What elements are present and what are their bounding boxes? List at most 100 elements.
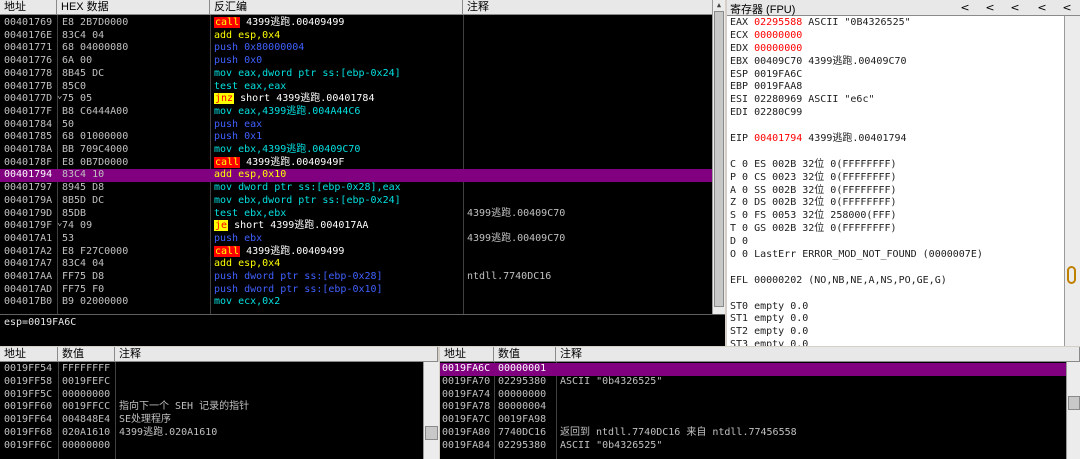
disasm-header-addr[interactable]: 地址: [0, 0, 57, 15]
disasm-row[interactable]: 0040177B 85C0 test eax,eax: [0, 81, 712, 94]
disasm-header-comment[interactable]: 注释: [463, 0, 725, 15]
disasm-row[interactable]: 0040177D ⌄ 75 05 jnz short 4399逃跑.00401784: [0, 91, 712, 106]
disasm-row-instruction: push eax: [214, 119, 262, 132]
register-line[interactable]: [730, 288, 1064, 301]
disasm-row[interactable]: 0040178F E8 0B7D0000 call 4399逃跑.0040949F: [0, 156, 712, 170]
stack-header-comment[interactable]: 注释: [556, 347, 1080, 362]
dump-header-addr[interactable]: 地址: [0, 347, 58, 362]
register-line[interactable]: EIP 00401794 4399逃跑.00401794: [730, 133, 1064, 146]
disasm-row[interactable]: 0040179D 85DB test ebx,ebx 4399逃跑.00409C70: [0, 208, 712, 221]
disasm-row[interactable]: 00401769 E8 2B7D0000 call 4399逃跑.00409499: [0, 17, 712, 30]
register-line[interactable]: EFL 00000202 (NO,NB,NE,A,NS,PO,GE,G): [730, 275, 1064, 288]
register-value: A 0 SS 002B 32位 0(FFFFFFFF): [730, 184, 897, 196]
dump-row[interactable]: 0019FF5C 00000000: [0, 389, 423, 402]
stack-scroll-thumb[interactable]: [1068, 396, 1080, 410]
disasm-header-hex[interactable]: HEX 数据: [57, 0, 210, 15]
register-line[interactable]: [730, 120, 1064, 133]
disasm-row[interactable]: 004017AA FF75 D8 push dword ptr ss:[ebp-0x…: [0, 271, 712, 284]
register-value: EBP 0019FAA8: [730, 81, 803, 93]
disasm-row[interactable]: 0040176E 83C4 04 add esp,0x4: [0, 30, 712, 43]
dump-row[interactable]: 0019FF6C 00000000: [0, 440, 423, 453]
disasm-row-instruction: mov ebx,4399逃跑.00409C70: [214, 144, 360, 157]
register-line[interactable]: EDX 00000000: [730, 43, 1064, 56]
dump-row[interactable]: 0019FF54 FFFFFFFF: [0, 363, 423, 376]
dump-header-comment[interactable]: 注释: [115, 347, 438, 362]
dump-header-val[interactable]: 数值: [58, 347, 115, 362]
disasm-row[interactable]: 00401785 68 01000000 push 0x1: [0, 131, 712, 144]
disasm-row[interactable]: 0040178A BB 709C4000 mov ebx,4399逃跑.00409C…: [0, 144, 712, 157]
disasm-row[interactable]: 0040179A 8B5D DC mov ebx,dword ptr ss:[ebp…: [0, 195, 712, 208]
register-line[interactable]: A 0 SS 002B 32位 0(FFFFFFFF): [730, 185, 1064, 198]
register-line[interactable]: Z 0 DS 002B 32位 0(FFFFFFFF): [730, 197, 1064, 210]
disasm-row[interactable]: 004017A7 83C4 04 add esp,0x4: [0, 258, 712, 271]
stack-row[interactable]: 0019FA6C 00000001: [440, 363, 1066, 376]
stack-scrollbar[interactable]: [1066, 362, 1080, 459]
scroll-up-arrow-icon[interactable]: ▲: [713, 0, 725, 11]
register-line[interactable]: ESP 0019FA6C: [730, 69, 1064, 82]
dump-row[interactable]: 0019FF64 004848E4 SE处理程序: [0, 414, 423, 427]
disasm-row[interactable]: 00401797 8945 D8 mov dword ptr ss:[ebp-0x2…: [0, 182, 712, 195]
register-line[interactable]: ST1 empty 0.0: [730, 313, 1064, 326]
disasm-row[interactable]: 0040177F B8 C6444A00 mov eax,4399逃跑.004A44…: [0, 106, 712, 119]
register-line[interactable]: C 0 ES 002B 32位 0(FFFFFFFF): [730, 159, 1064, 172]
disasm-header-disasm[interactable]: 反汇编: [210, 0, 463, 15]
register-header[interactable]: 寄存器 (FPU) < < < < <: [727, 0, 1080, 16]
stack-row[interactable]: 0019FA74 00000000: [440, 389, 1066, 402]
disasm-row[interactable]: 00401778 8B45 DC mov eax,dword ptr ss:[ebp…: [0, 68, 712, 81]
stack-row[interactable]: 0019FA80 7740DC16 返回到 ntdll.7740DC16 来自 nt…: [440, 427, 1066, 440]
disasm-scroll-thumb[interactable]: [714, 11, 724, 307]
register-line[interactable]: [730, 146, 1064, 159]
disasm-row[interactable]: 00401794 83C4 10 add esp,0x10: [0, 169, 712, 183]
dump-row[interactable]: 0019FF60 0019FFCC 指向下一个 SEH 记录的指针: [0, 401, 423, 414]
register-line[interactable]: O 0 LastErr ERROR_MOD_NOT_FOUND (0000007…: [730, 249, 1064, 262]
register-line[interactable]: EDI 02280C99: [730, 107, 1064, 120]
register-line[interactable]: ESI 02280969 ASCII "e6c": [730, 94, 1064, 107]
register-line[interactable]: T 0 GS 002B 32位 0(FFFFFFFF): [730, 223, 1064, 236]
register-line[interactable]: P 0 CS 0023 32位 0(FFFFFFFF): [730, 172, 1064, 185]
stack-row[interactable]: 0019FA7C 0019FA98: [440, 414, 1066, 427]
disasm-row[interactable]: 00401771 68 04000080 push 0x80000004: [0, 42, 712, 55]
disasm-scrollbar[interactable]: ▲: [712, 0, 725, 314]
register-line[interactable]: EBX 00409C70 4399逃跑.00409C70: [730, 56, 1064, 69]
fpu-nav-button-1[interactable]: <: [955, 2, 975, 14]
disasm-row[interactable]: 00401776 6A 00 push 0x0: [0, 55, 712, 68]
register-line[interactable]: ST0 empty 0.0: [730, 301, 1064, 314]
stack-pane[interactable]: 0019FA6C 00000001 0019FA70 02295380 ASCII "0…: [440, 362, 1066, 459]
fpu-nav-button-2[interactable]: <: [980, 2, 1000, 14]
disasm-row[interactable]: 004017AD FF75 F0 push dword ptr ss:[ebp-0x…: [0, 284, 712, 297]
disasm-row[interactable]: 004017A2 E8 F27C0000 call 4399逃跑.00409499: [0, 245, 712, 259]
dump-row[interactable]: 0019FF68 020A1610 4399逃跑.020A1610: [0, 427, 423, 440]
register-pane[interactable]: EAX 02295588 ASCII "0B4326525" ECX 000000…: [727, 16, 1064, 346]
stack-row[interactable]: 0019FA70 02295380 ASCII "0b4326525": [440, 376, 1066, 389]
dump-pane[interactable]: 0019FF54 FFFFFFFF 0019FF58 0019FEFC 0019FF5C…: [0, 362, 423, 459]
dump-row[interactable]: 0019FF58 0019FEFC: [0, 376, 423, 389]
disasm-row-hex: 85C0: [62, 80, 87, 92]
register-line[interactable]: [730, 262, 1064, 275]
register-line[interactable]: ST3 empty 0.0: [730, 339, 1064, 346]
register-line[interactable]: EBP 0019FAA8: [730, 81, 1064, 94]
disasm-row[interactable]: 004017A1 53 push ebx 4399逃跑.00409C70: [0, 233, 712, 246]
disasm-row[interactable]: 0040179F ⌄ 74 09 je short 4399逃跑.004017AA: [0, 218, 712, 233]
register-line[interactable]: S 0 FS 0053 32位 258000(FFF): [730, 210, 1064, 223]
fpu-nav-button-5[interactable]: <: [1057, 2, 1077, 14]
stack-row[interactable]: 0019FA78 80000004: [440, 401, 1066, 414]
dump-scrollbar[interactable]: [423, 362, 439, 459]
instruction-part: add esp,0x10: [214, 169, 287, 181]
disasm-row[interactable]: 004017B0 B9 02000000 mov ecx,0x2: [0, 296, 712, 309]
register-scrollbar[interactable]: [1064, 16, 1080, 346]
stack-row[interactable]: 0019FA84 02295380 ASCII "0b4326525": [440, 440, 1066, 453]
register-line[interactable]: D 0: [730, 236, 1064, 249]
stack-header-val[interactable]: 数值: [494, 347, 556, 362]
disasm-row-instruction: add esp,0x4: [214, 30, 280, 43]
fpu-nav-button-4[interactable]: <: [1032, 2, 1052, 14]
register-line[interactable]: EAX 02295588 ASCII "0B4326525": [730, 17, 1064, 30]
disassembly-pane[interactable]: 00401769 E8 2B7D0000 call 4399逃跑.00409499 0…: [0, 15, 712, 314]
dump-scroll-thumb[interactable]: [425, 426, 438, 440]
stack-row-address: 0019FA74: [442, 388, 491, 400]
stack-header-addr[interactable]: 地址: [440, 347, 494, 362]
fpu-nav-button-3[interactable]: <: [1005, 2, 1025, 14]
register-line[interactable]: ST2 empty 0.0: [730, 326, 1064, 339]
scroll-handle-icon[interactable]: [1067, 266, 1076, 284]
register-line[interactable]: ECX 00000000: [730, 30, 1064, 43]
disasm-row[interactable]: 00401784 50 push eax: [0, 119, 712, 132]
